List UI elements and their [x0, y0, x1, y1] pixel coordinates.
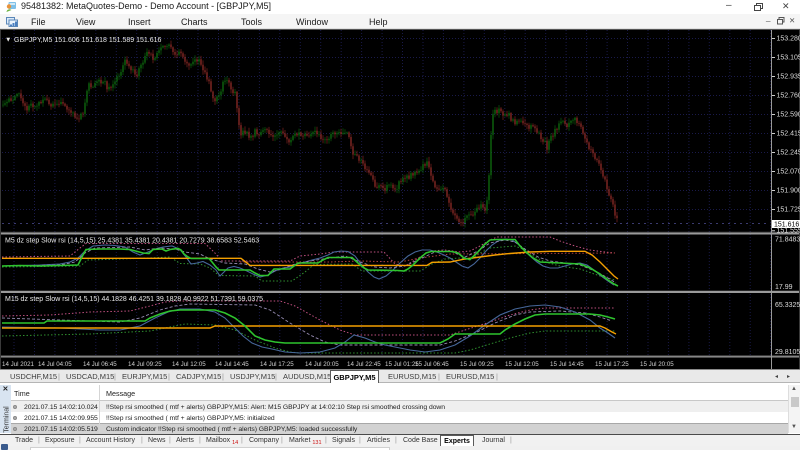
- svg-text:M5 dz step Slow rsi (14,5,15): M5 dz step Slow rsi (14,5,15) 25.4381 35…: [5, 238, 259, 245]
- svg-text:152.245: 152.245: [777, 150, 800, 157]
- svg-text:14 Jul 09:25: 14 Jul 09:25: [128, 361, 162, 368]
- svg-text:15 Jul 17:25: 15 Jul 17:25: [595, 361, 629, 368]
- svg-text:15 Jul 06:45: 15 Jul 06:45: [415, 361, 449, 368]
- svg-text:71.8483: 71.8483: [775, 237, 800, 244]
- svg-text:151.616: 151.616: [774, 222, 799, 229]
- svg-text:152.070: 152.070: [777, 169, 800, 176]
- svg-text:152.415: 152.415: [777, 131, 800, 138]
- svg-text:17.99: 17.99: [775, 284, 793, 291]
- svg-text:M15 dz step Slow rsi (14,5,15): M15 dz step Slow rsi (14,5,15) 44.1828 4…: [5, 296, 263, 303]
- svg-text:14 Jul 12:05: 14 Jul 12:05: [172, 361, 206, 368]
- svg-text:29.8105: 29.8105: [775, 349, 800, 356]
- svg-text:152.935: 152.935: [777, 74, 800, 81]
- svg-text:151.555: 151.555: [777, 228, 800, 235]
- svg-text:15 Jul 12:05: 15 Jul 12:05: [505, 361, 539, 368]
- svg-text:153.280: 153.280: [777, 36, 800, 43]
- svg-text:14 Jul 20:05: 14 Jul 20:05: [305, 361, 339, 368]
- svg-text:14 Jul 04:05: 14 Jul 04:05: [38, 361, 72, 368]
- svg-text:15 Jul 09:25: 15 Jul 09:25: [460, 361, 494, 368]
- svg-text:14 Jul 14:45: 14 Jul 14:45: [215, 361, 249, 368]
- svg-text:14 Jul 2021: 14 Jul 2021: [2, 361, 35, 368]
- svg-text:GBPJPY,M5 151.606 151.618 151: GBPJPY,M5 151.606 151.618 151.589 151.61…: [14, 37, 161, 44]
- svg-text:14 Jul 22:45: 14 Jul 22:45: [347, 361, 381, 368]
- svg-text:14 Jul 17:25: 14 Jul 17:25: [260, 361, 294, 368]
- svg-text:15 Jul 20:05: 15 Jul 20:05: [640, 361, 674, 368]
- svg-text:15 Jul 14:45: 15 Jul 14:45: [550, 361, 584, 368]
- svg-text:14 Jul 06:45: 14 Jul 06:45: [83, 361, 117, 368]
- svg-text:151.725: 151.725: [777, 207, 800, 214]
- svg-text:65.3325: 65.3325: [775, 302, 800, 309]
- svg-text:151.900: 151.900: [777, 188, 800, 195]
- svg-text:▼: ▼: [5, 37, 11, 44]
- svg-text:152.760: 152.760: [777, 93, 800, 100]
- svg-text:153.105: 153.105: [777, 55, 800, 62]
- svg-text:152.590: 152.590: [777, 112, 800, 119]
